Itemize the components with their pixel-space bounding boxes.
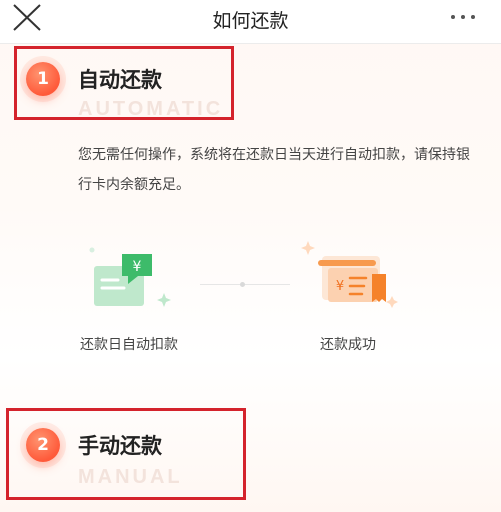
page-title: 如何还款	[212, 10, 289, 32]
more-icon	[451, 15, 455, 19]
highlight-box-auto	[14, 46, 234, 120]
auto-deduct-icon: ¥	[89, 247, 171, 307]
highlight-box-manual	[6, 408, 246, 500]
step-label-auto-deduct: 还款日自动扣款	[80, 337, 178, 353]
currency-symbol: ¥	[336, 279, 344, 294]
connector-dot	[240, 282, 245, 287]
step-connector	[200, 284, 290, 285]
repay-success-icon: ¥	[301, 241, 398, 308]
more-options-button[interactable]	[443, 6, 483, 28]
auto-repay-description: 您无需任何操作，系统将在还款日当天进行自动扣款，请保持银行卡内余额充足。	[78, 147, 470, 193]
top-navigation-bar: 如何还款	[0, 0, 501, 44]
currency-symbol: ¥	[133, 259, 142, 275]
step-label-repay-success: 还款成功	[320, 337, 376, 353]
